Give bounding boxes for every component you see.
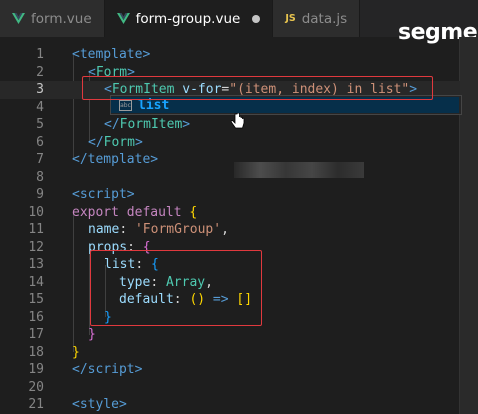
code-line[interactable]: 17}: [0, 326, 460, 344]
code-text: </template>: [72, 152, 159, 167]
code-line[interactable]: 8: [0, 169, 460, 187]
vue-icon: [12, 13, 25, 24]
code-line[interactable]: 1 <template>: [0, 46, 460, 64]
code-line[interactable]: 10 export default {: [0, 204, 460, 222]
code-text: <style>: [72, 397, 127, 412]
line-number: 20: [28, 379, 44, 395]
highlight-box-template: [82, 76, 433, 100]
code-line[interactable]: 11 name: 'FormGroup',: [0, 221, 460, 239]
line-number: 7: [36, 152, 44, 167]
code-text: </script>: [72, 362, 143, 377]
line-number: 2: [36, 64, 44, 80]
highlight-box-props: [90, 250, 262, 326]
code-text: name: 'FormGroup',: [88, 222, 229, 237]
right-panel-edge: [459, 37, 478, 414]
snippet-icon: abc: [119, 99, 132, 111]
blurred-region: [234, 162, 364, 178]
tab-data-js[interactable]: JS data.js: [273, 0, 361, 37]
line-number: 18: [28, 344, 44, 360]
code-text: <template>: [72, 47, 151, 62]
line-number: 17: [28, 327, 44, 342]
code-line[interactable]: 6 </Form>: [0, 134, 460, 152]
line-number: 21: [28, 397, 44, 412]
line-number: 15: [28, 292, 44, 307]
line-number: 4: [36, 99, 44, 115]
hand-cursor-icon: [230, 113, 245, 129]
line-number: 11: [28, 222, 44, 237]
code-line[interactable]: 21 <style>: [0, 396, 460, 414]
line-number: 9: [36, 187, 44, 202]
line-number: 19: [28, 362, 44, 377]
code-line[interactable]: 9 <script>: [0, 186, 460, 204]
line-number: 5: [36, 117, 44, 132]
code-text: export default {: [72, 204, 198, 220]
line-number: 13: [28, 257, 44, 272]
code-text: }: [72, 344, 80, 360]
tab-label: data.js: [301, 10, 348, 27]
code-line[interactable]: 7 </template>: [0, 151, 460, 169]
code-line[interactable]: 19 </script>: [0, 361, 460, 379]
line-number: 10: [28, 204, 44, 220]
code-text: <script>: [72, 187, 135, 202]
code-text: </Form>: [88, 134, 143, 150]
js-icon: JS: [285, 13, 296, 24]
line-number: 16: [28, 309, 44, 325]
line-number: 6: [36, 134, 44, 150]
tab-form-vue[interactable]: form.vue: [0, 0, 105, 37]
code-line[interactable]: 18}: [0, 344, 460, 362]
code-text: </FormItem>: [104, 117, 191, 132]
line-number: 3: [36, 82, 44, 97]
tab-label: form-group.vue: [135, 10, 241, 27]
unsaved-dot-icon[interactable]: [252, 14, 261, 23]
tab-form-group-vue[interactable]: form-group.vue: [104, 0, 274, 37]
code-text: }: [88, 327, 96, 342]
tab-label: form.vue: [31, 10, 92, 27]
vue-icon: [116, 13, 130, 24]
line-number: 14: [28, 274, 44, 290]
line-number: 8: [36, 169, 44, 185]
line-number: 1: [36, 47, 44, 62]
code-line[interactable]: 20: [0, 379, 460, 397]
line-number: 12: [28, 239, 44, 255]
